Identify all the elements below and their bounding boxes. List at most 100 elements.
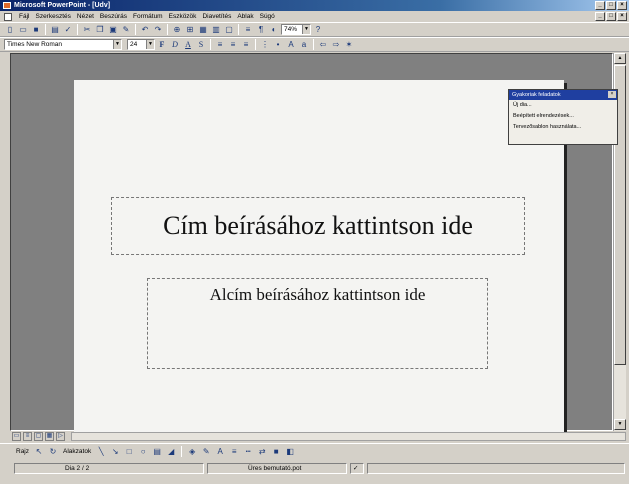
decrease-font-icon[interactable]: a xyxy=(298,39,310,51)
menu-insert[interactable]: Beszúrás xyxy=(97,11,130,22)
font-color-icon[interactable]: A xyxy=(214,446,226,458)
fill-color-icon[interactable]: ◈ xyxy=(186,446,198,458)
doc-minimize-button[interactable]: _ xyxy=(595,12,605,21)
menu-window[interactable]: Ablak xyxy=(234,11,256,22)
apply-design-task[interactable]: Tervezősablon használata... xyxy=(509,122,617,133)
spelling-icon[interactable]: ✓ xyxy=(62,24,74,36)
spelling-status-icon[interactable]: ✓ xyxy=(350,463,364,474)
menu-file[interactable]: Fájl xyxy=(16,11,32,22)
line-color-icon[interactable]: ✎ xyxy=(200,446,212,458)
align-left-icon[interactable]: ≡ xyxy=(214,39,226,51)
standard-toolbar: ▯ ▭ ■ ▤ ✓ ✂ ❐ ▣ ✎ ↶ ↷ ⊕ ⊞ ▦ ▥ ▢ ≡ ¶ ◐ 74… xyxy=(0,22,629,37)
insert-table-icon[interactable]: ▦ xyxy=(197,24,209,36)
slide-view-icon[interactable]: ▢ xyxy=(34,432,43,441)
view-bar: ▭ ≡ ▢ ▦ ▷ xyxy=(10,431,626,442)
zoom-value: 74% xyxy=(284,26,298,33)
wordart-icon[interactable]: ◢ xyxy=(165,446,177,458)
drawing-toolbar: Rajz ↖ ↻ Alakzatok ╲ ↘ □ ○ ▤ ◢ ◈ ✎ A ≡ ┅… xyxy=(0,443,629,459)
paste-icon[interactable]: ▣ xyxy=(107,24,119,36)
menu-format[interactable]: Formátum xyxy=(130,11,166,22)
common-tasks-header[interactable]: Gyakoriak feladatok × xyxy=(509,90,617,100)
insert-chart-icon[interactable]: ▥ xyxy=(210,24,222,36)
promote-arrow-icon[interactable]: ⇦ xyxy=(317,39,329,51)
dash-style-icon[interactable]: ┅ xyxy=(242,446,254,458)
new-document-icon[interactable]: ▯ xyxy=(4,24,16,36)
align-center-icon[interactable]: ≡ xyxy=(227,39,239,51)
chevron-down-icon[interactable]: ▼ xyxy=(146,40,154,49)
shadow-button[interactable]: S xyxy=(195,39,207,51)
bold-button[interactable]: F xyxy=(156,39,168,51)
close-button[interactable]: × xyxy=(617,1,627,10)
zoom-select[interactable]: 74% ▼ xyxy=(281,24,311,35)
demote-arrow-icon[interactable]: ⇨ xyxy=(330,39,342,51)
maximize-button[interactable]: □ xyxy=(606,1,616,10)
bullets-icon[interactable]: • xyxy=(272,39,284,51)
expand-all-icon[interactable]: ≡ xyxy=(242,24,254,36)
slideshow-icon[interactable]: ▷ xyxy=(56,432,65,441)
free-rotate-icon[interactable]: ↻ xyxy=(47,446,59,458)
arrow-style-icon[interactable]: ⇄ xyxy=(256,446,268,458)
copy-icon[interactable]: ❐ xyxy=(94,24,106,36)
menu-edit[interactable]: Szerkesztés xyxy=(32,11,73,22)
new-slide-icon[interactable]: ▢ xyxy=(223,24,235,36)
increase-font-icon[interactable]: A xyxy=(285,39,297,51)
help-icon[interactable]: ? xyxy=(312,24,324,36)
textbox-icon[interactable]: ▤ xyxy=(151,446,163,458)
autoshapes-menu-button[interactable]: Alakzatok xyxy=(61,448,93,455)
menu-view[interactable]: Nézet xyxy=(74,11,97,22)
menu-tools[interactable]: Eszközök xyxy=(166,11,200,22)
print-icon[interactable]: ▤ xyxy=(49,24,61,36)
new-slide-task[interactable]: Új dia... xyxy=(509,100,617,111)
animation-effects-icon[interactable]: ✶ xyxy=(343,39,355,51)
arrow-icon[interactable]: ↘ xyxy=(109,446,121,458)
slide-sorter-icon[interactable]: ▦ xyxy=(45,432,54,441)
toolbar-separator xyxy=(210,39,211,50)
tables-borders-icon[interactable]: ⊞ xyxy=(184,24,196,36)
hyperlink-icon[interactable]: ⊕ xyxy=(171,24,183,36)
minimize-button[interactable]: _ xyxy=(595,1,605,10)
undo-icon[interactable]: ↶ xyxy=(139,24,151,36)
chevron-down-icon[interactable]: ▼ xyxy=(113,40,121,49)
doc-restore-button[interactable]: □ xyxy=(606,12,616,21)
font-size-select[interactable]: 24 ▼ xyxy=(127,39,155,50)
font-name-value: Times New Roman xyxy=(7,41,63,48)
save-icon[interactable]: ■ xyxy=(30,24,42,36)
line-style-icon[interactable]: ≡ xyxy=(228,446,240,458)
outline-view-icon[interactable]: ≡ xyxy=(23,432,32,441)
cut-icon[interactable]: ✂ xyxy=(81,24,93,36)
draw-menu-button[interactable]: Rajz xyxy=(14,448,31,455)
line-icon[interactable]: ╲ xyxy=(95,446,107,458)
rectangle-icon[interactable]: □ xyxy=(123,446,135,458)
scroll-down-icon[interactable]: ▼ xyxy=(614,419,626,430)
toolbar-separator xyxy=(181,446,183,457)
italic-button[interactable]: D xyxy=(169,39,181,51)
scroll-up-icon[interactable]: ▲ xyxy=(614,53,626,64)
powerpoint-app-icon[interactable] xyxy=(3,2,11,9)
document-icon[interactable] xyxy=(4,13,12,21)
normal-view-icon[interactable]: ▭ xyxy=(12,432,21,441)
shadow-icon[interactable]: ■ xyxy=(270,446,282,458)
font-size-value: 24 xyxy=(130,41,138,48)
numbering-icon[interactable]: ⋮ xyxy=(259,39,271,51)
title-placeholder[interactable]: Cím beírásához kattintson ide xyxy=(111,197,525,255)
subtitle-placeholder[interactable]: Alcím beírásához kattintson ide xyxy=(147,278,488,369)
template-status: Üres bemutató.pot xyxy=(207,463,347,474)
slide-layout-task[interactable]: Beépített elrendezések... xyxy=(509,111,617,122)
redo-icon[interactable]: ↷ xyxy=(152,24,164,36)
close-icon[interactable]: × xyxy=(608,91,616,98)
3d-icon[interactable]: ◧ xyxy=(284,446,296,458)
doc-close-button[interactable]: × xyxy=(617,12,627,21)
underline-button[interactable]: A xyxy=(182,39,194,51)
format-painter-icon[interactable]: ✎ xyxy=(120,24,132,36)
horizontal-scrollbar[interactable] xyxy=(71,432,626,441)
select-objects-icon[interactable]: ↖ xyxy=(33,446,45,458)
font-name-select[interactable]: Times New Roman ▼ xyxy=(4,39,122,50)
show-formatting-icon[interactable]: ¶ xyxy=(255,24,267,36)
menu-slideshow[interactable]: Diavetítés xyxy=(199,11,234,22)
menu-help[interactable]: Súgó xyxy=(257,11,278,22)
grayscale-icon[interactable]: ◐ xyxy=(268,24,280,36)
align-right-icon[interactable]: ≡ xyxy=(240,39,252,51)
oval-icon[interactable]: ○ xyxy=(137,446,149,458)
chevron-down-icon[interactable]: ▼ xyxy=(302,25,310,34)
open-folder-icon[interactable]: ▭ xyxy=(17,24,29,36)
